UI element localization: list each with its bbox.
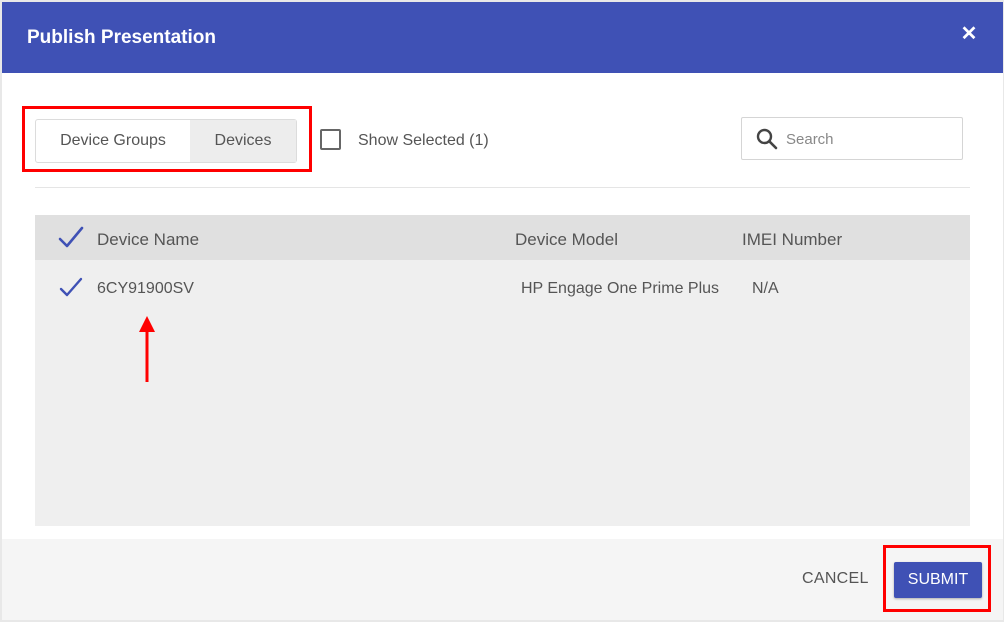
search-box [741, 117, 963, 160]
search-input[interactable] [784, 126, 958, 152]
cell-imei: N/A [752, 280, 779, 297]
search-icon [756, 128, 778, 150]
divider [35, 187, 970, 188]
publish-presentation-dialog: Publish Presentation ✕ Device Groups Dev… [2, 2, 1003, 620]
row-check-icon[interactable] [58, 276, 84, 298]
select-all-check-icon[interactable] [57, 225, 85, 249]
cancel-button[interactable]: CANCEL [802, 570, 869, 588]
table-header: Device Name Device Model IMEI Number [35, 215, 970, 260]
dialog-title: Publish Presentation [27, 27, 216, 48]
annotation-arrow-icon [139, 316, 155, 382]
annotation-highlight-toggle [22, 106, 312, 172]
close-icon[interactable]: ✕ [959, 24, 979, 44]
dialog-header: Publish Presentation ✕ [2, 2, 1003, 73]
dialog-footer: CANCEL SUBMIT [2, 539, 1003, 620]
show-selected-label: Show Selected (1) [358, 132, 489, 149]
cell-device-name: 6CY91900SV [97, 280, 194, 297]
annotation-highlight-submit [883, 545, 991, 612]
column-header-imei-number[interactable]: IMEI Number [742, 230, 842, 250]
device-table: Device Name Device Model IMEI Number 6CY… [35, 215, 970, 526]
column-header-device-model[interactable]: Device Model [515, 230, 618, 250]
column-header-device-name[interactable]: Device Name [97, 230, 199, 250]
cell-device-model: HP Engage One Prime Plus [521, 280, 720, 297]
show-selected-checkbox[interactable] [320, 129, 341, 150]
